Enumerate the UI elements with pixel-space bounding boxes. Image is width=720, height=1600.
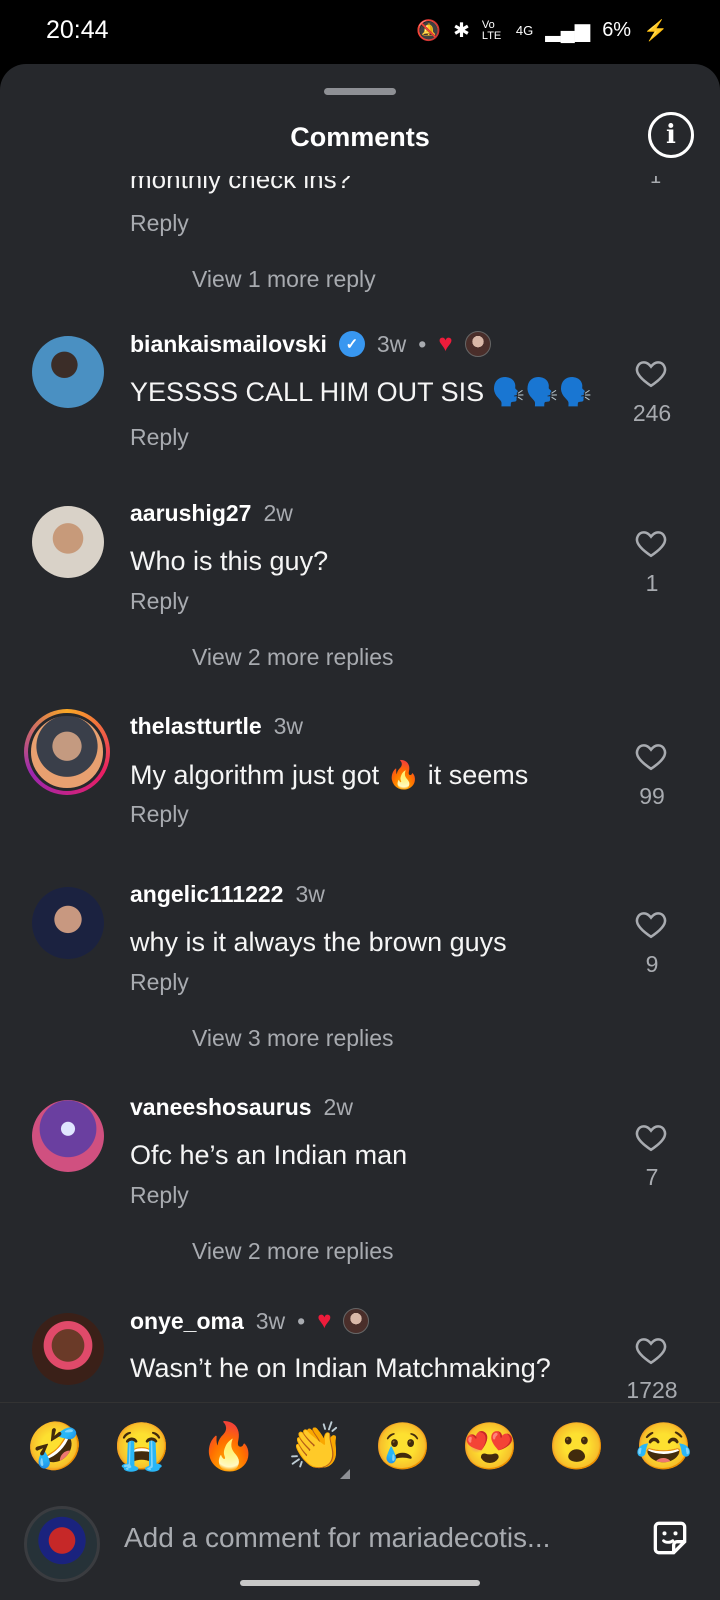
- comment-item: vaneeshosaurus 2w Ofc he’s an Indian man…: [0, 1094, 720, 1230]
- avatar[interactable]: [32, 336, 104, 408]
- reply-button[interactable]: Reply: [130, 801, 189, 828]
- author-liked-heart-icon: ♥: [317, 1307, 332, 1334]
- like-heart-icon[interactable]: [634, 526, 668, 560]
- comment-meta: aarushig27 2w: [130, 500, 293, 527]
- comments-sheet: Comments i monthly check ins? 1 Reply Vi…: [0, 64, 720, 1600]
- like-count: 99: [639, 783, 665, 809]
- comment-text: YESSSS CALL HIM OUT SIS 🗣️🗣️🗣️: [130, 377, 593, 407]
- like-count: 1728: [626, 1377, 678, 1403]
- emoji-joy[interactable]: 😂: [635, 1421, 692, 1471]
- emoji-clap[interactable]: 👏: [287, 1421, 344, 1471]
- view-more-replies[interactable]: View 3 more replies: [192, 1025, 394, 1052]
- comment-text: why is it always the brown guys: [130, 927, 507, 957]
- status-time: 20:44: [46, 16, 109, 44]
- comment-item: aarushig27 2w Who is this guy? Reply 1: [0, 500, 720, 636]
- verified-badge-icon: ✓: [338, 331, 365, 357]
- comment-meta: vaneeshosaurus 2w: [130, 1094, 353, 1121]
- username[interactable]: vaneeshosaurus: [130, 1094, 312, 1121]
- comment-input[interactable]: Add a comment for mariadecotis...: [124, 1522, 550, 1554]
- comment-meta: onye_oma 3w • ♥: [130, 1307, 370, 1335]
- username[interactable]: aarushig27: [130, 500, 251, 527]
- username[interactable]: onye_oma: [130, 1308, 244, 1335]
- bluetooth-icon: ✱: [453, 20, 470, 42]
- charging-icon: ⚡: [643, 20, 668, 42]
- avatar[interactable]: [32, 1100, 104, 1172]
- like-count: 9: [645, 951, 659, 977]
- like-heart-icon[interactable]: [634, 1333, 668, 1367]
- status-bar: 20:44 🔕 ✱ Vo LTE 4G ▂▄▆ 6% ⚡: [0, 0, 720, 64]
- skin-tone-indicator: [340, 1469, 350, 1479]
- view-more-replies[interactable]: View 2 more replies: [192, 1238, 394, 1265]
- comment-time: 2w: [323, 1094, 353, 1120]
- comment-meta: biankaismailovski ✓ 3w • ♥: [130, 330, 491, 358]
- view-more-replies[interactable]: View 2 more replies: [192, 644, 394, 671]
- comment-time: 3w: [295, 881, 325, 907]
- emoji-crying[interactable]: 😭: [113, 1421, 170, 1471]
- like-heart-icon[interactable]: [634, 356, 668, 390]
- signal-icon: ▂▄▆: [545, 20, 591, 42]
- comment-list[interactable]: monthly check ins? 1 Reply View 1 more r…: [0, 176, 720, 1466]
- reply-button[interactable]: Reply: [130, 1182, 189, 1209]
- author-avatar: [464, 331, 491, 357]
- reply-button[interactable]: Reply: [130, 588, 189, 615]
- author-avatar: [343, 1308, 370, 1334]
- sticker-icon[interactable]: [648, 1516, 692, 1560]
- reply-button[interactable]: Reply: [130, 424, 189, 451]
- comment-time: 3w: [273, 713, 304, 739]
- reply-button[interactable]: Reply: [130, 969, 189, 996]
- like-count: 246: [632, 400, 672, 426]
- emoji-rofl[interactable]: 🤣: [26, 1421, 83, 1471]
- battery-label: 6%: [602, 19, 632, 41]
- network-label: 4G: [515, 23, 534, 38]
- home-indicator[interactable]: [240, 1580, 480, 1586]
- username[interactable]: angelic111222: [130, 881, 283, 908]
- comment-text: Who is this guy?: [130, 546, 329, 576]
- emoji-quick-bar: 🤣 😭 🔥 👏 😢 😍 😮 😂: [0, 1402, 720, 1489]
- sheet-drag-handle[interactable]: [324, 88, 396, 95]
- like-count: 7: [645, 1164, 659, 1190]
- sheet-title: Comments: [290, 122, 430, 152]
- view-more-replies[interactable]: View 1 more reply: [192, 266, 376, 293]
- comment-time: 3w: [376, 330, 407, 357]
- comment-text: Ofc he’s an Indian man: [130, 1140, 408, 1170]
- avatar[interactable]: [32, 506, 104, 578]
- comment-meta: thelastturtle 3w: [130, 713, 303, 740]
- info-icon[interactable]: i: [648, 112, 694, 158]
- comment-text: My algorithm just got 🔥 it seems: [130, 760, 529, 790]
- like-count: 1: [650, 176, 662, 188]
- separator-dot: •: [418, 330, 427, 357]
- mute-icon: 🔕: [416, 20, 442, 42]
- separator-dot: •: [297, 1307, 306, 1334]
- volte-icon: Vo LTE: [481, 18, 502, 42]
- emoji-sad[interactable]: 😢: [374, 1421, 431, 1471]
- username[interactable]: biankaismailovski: [130, 331, 327, 358]
- reply-button[interactable]: Reply: [130, 210, 189, 237]
- author-liked-heart-icon: ♥: [438, 330, 453, 357]
- emoji-wow[interactable]: 😮: [548, 1421, 605, 1471]
- comment-item: angelic111222 3w why is it always the br…: [0, 881, 720, 1017]
- like-heart-icon[interactable]: [634, 739, 668, 773]
- comment-item: thelastturtle 3w My algorithm just got 🔥…: [0, 709, 720, 849]
- like-heart-icon[interactable]: [634, 907, 668, 941]
- avatar[interactable]: [32, 887, 104, 959]
- avatar[interactable]: [32, 1313, 104, 1385]
- comment-meta: angelic111222 3w: [130, 881, 325, 908]
- like-heart-icon[interactable]: [634, 1120, 668, 1154]
- comment-text: monthly check ins?: [130, 176, 352, 194]
- emoji-fire[interactable]: 🔥: [200, 1421, 257, 1471]
- status-icons: 🔕 ✱ Vo LTE 4G ▂▄▆ 6% ⚡: [416, 18, 668, 43]
- comment-text: Wasn’t he on Indian Matchmaking?: [130, 1353, 551, 1383]
- comment-item: biankaismailovski ✓ 3w • ♥ YESSSS CALL H…: [0, 330, 720, 466]
- my-avatar: [24, 1506, 100, 1582]
- comment-time: 2w: [263, 500, 293, 526]
- story-ring-avatar[interactable]: [24, 709, 110, 795]
- comment-time: 3w: [255, 1307, 286, 1334]
- username[interactable]: thelastturtle: [130, 713, 262, 740]
- like-count: 1: [645, 570, 659, 596]
- emoji-heart-eyes[interactable]: 😍: [461, 1421, 518, 1471]
